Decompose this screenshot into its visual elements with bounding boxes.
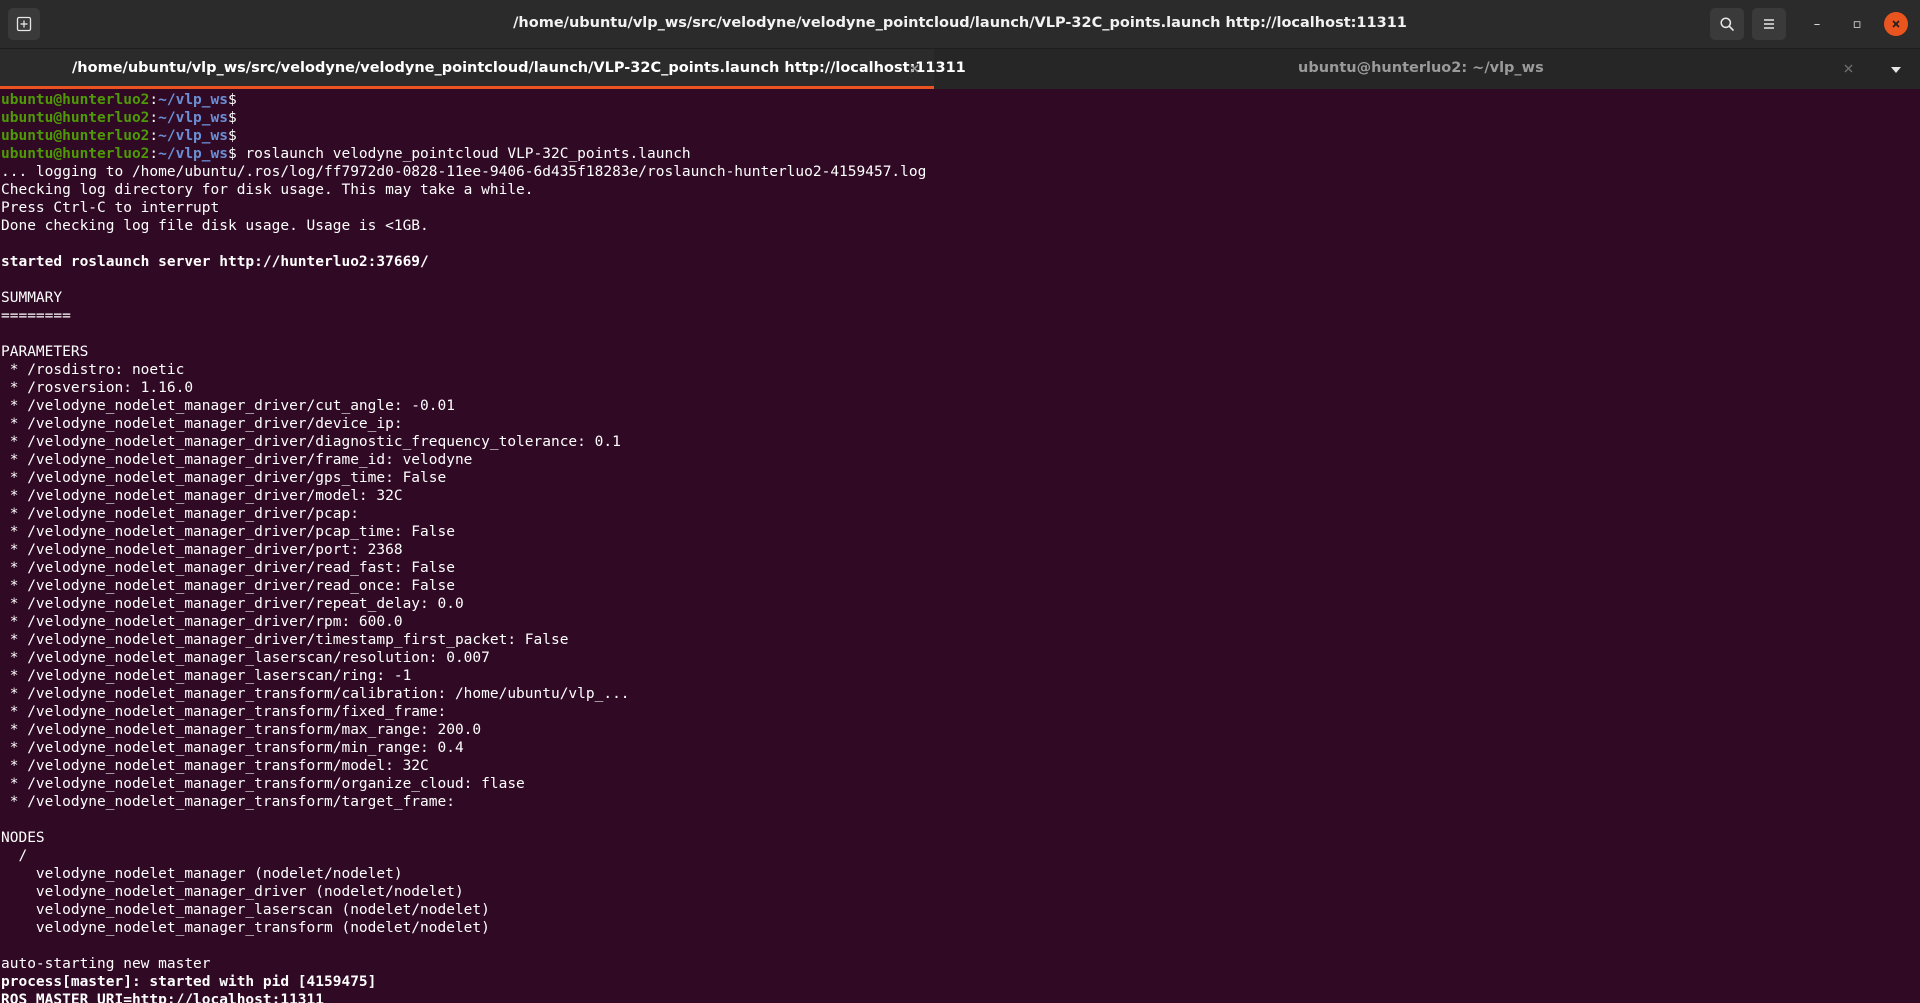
prompt-path: ~/vlp_ws <box>158 92 228 108</box>
output-line: * /velodyne_nodelet_manager_driver/diagn… <box>1 434 621 450</box>
output-line: * /velodyne_nodelet_manager_transform/mi… <box>1 740 464 756</box>
output-line: / <box>1 848 28 864</box>
prompt-user: ubuntu@hunterluo2 <box>1 146 150 162</box>
output-line: ... logging to /home/ubuntu/.ros/log/ff7… <box>1 164 927 180</box>
prompt-path: ~/vlp_ws <box>158 110 228 126</box>
prompt-user: ubuntu@hunterluo2 <box>1 128 150 144</box>
minimize-icon: – <box>1813 16 1821 32</box>
output-line: * /velodyne_nodelet_manager_transform/or… <box>1 776 525 792</box>
output-line: ROS_MASTER_URI=http://localhost:11311 <box>1 992 325 1003</box>
close-icon <box>910 64 918 72</box>
prompt-user: ubuntu@hunterluo2 <box>1 110 150 126</box>
output-line: * /velodyne_nodelet_manager_transform/fi… <box>1 704 447 720</box>
hamburger-menu-icon <box>1764 19 1774 29</box>
prompt-separator: : <box>149 92 159 108</box>
terminal-window: /home/ubuntu/vlp_ws/src/velodyne/velodyn… <box>0 0 1920 1003</box>
terminal-output[interactable]: ubuntu@hunterluo2:~/vlp_ws$ ubuntu@hunter… <box>0 89 1900 1003</box>
tab-list-button[interactable] <box>1884 60 1908 80</box>
output-line: SUMMARY <box>1 290 63 306</box>
output-line: * /rosdistro: noetic <box>1 362 185 378</box>
close-icon <box>1844 64 1852 72</box>
output-line: * /velodyne_nodelet_manager_driver/read_… <box>1 578 455 594</box>
prompt-line: ubuntu@hunterluo2:~/vlp_ws$ <box>1 91 926 109</box>
chevron-down-icon <box>1891 67 1901 73</box>
tab-bar: /home/ubuntu/vlp_ws/src/velodyne/velodyn… <box>0 49 1920 89</box>
output-line: Press Ctrl-C to interrupt <box>1 200 220 216</box>
output-line: Done checking log file disk usage. Usage… <box>1 218 429 234</box>
maximize-icon: ▫ <box>1852 16 1862 32</box>
output-line: * /velodyne_nodelet_manager_driver/model… <box>1 488 403 504</box>
prompt-line: ubuntu@hunterluo2:~/vlp_ws$ <box>1 127 926 145</box>
output-line: velodyne_nodelet_manager_transform (node… <box>1 920 490 936</box>
window-title: /home/ubuntu/vlp_ws/src/velodyne/velodyn… <box>513 15 1407 31</box>
output-line: * /velodyne_nodelet_manager_driver/cut_a… <box>1 398 455 414</box>
new-tab-button[interactable] <box>8 8 40 40</box>
search-icon <box>1720 17 1734 31</box>
close-icon <box>1892 20 1900 28</box>
prompt-separator: : <box>149 146 159 162</box>
output-line: * /velodyne_nodelet_manager_driver/frame… <box>1 452 473 468</box>
terminal-text: ubuntu@hunterluo2:~/vlp_ws$ ubuntu@hunter… <box>1 91 926 1003</box>
output-line: NODES <box>1 830 45 846</box>
minimize-button[interactable]: – <box>1805 12 1829 36</box>
output-line: * /velodyne_nodelet_manager_driver/port:… <box>1 542 403 558</box>
output-line: * /velodyne_nodelet_manager_laserscan/ri… <box>1 668 412 684</box>
prompt-symbol: $ <box>227 128 237 144</box>
output-line: Checking log directory for disk usage. T… <box>1 182 534 198</box>
prompt-separator: : <box>149 128 159 144</box>
tab-label: /home/ubuntu/vlp_ws/src/velodyne/velodyn… <box>72 60 966 76</box>
prompt-symbol: $ <box>227 110 237 126</box>
tab-shell[interactable]: ubuntu@hunterluo2: ~/vlp_ws <box>934 49 1860 89</box>
output-line: * /rosversion: 1.16.0 <box>1 380 194 396</box>
tab-close-button[interactable] <box>906 60 922 76</box>
tab-close-button[interactable] <box>1840 60 1856 76</box>
output-line: * /velodyne_nodelet_manager_driver/repea… <box>1 596 464 612</box>
output-line: velodyne_nodelet_manager_driver (nodelet… <box>1 884 464 900</box>
output-line: * /velodyne_nodelet_manager_transform/mo… <box>1 758 429 774</box>
output-line: * /velodyne_nodelet_manager_transform/ca… <box>1 686 630 702</box>
prompt-line: ubuntu@hunterluo2:~/vlp_ws$ <box>1 109 926 127</box>
search-button[interactable] <box>1710 8 1744 40</box>
output-line: process[master]: started with pid [41594… <box>1 974 377 990</box>
output-line: * /velodyne_nodelet_manager_laserscan/re… <box>1 650 490 666</box>
prompt-symbol: $ <box>227 146 237 162</box>
maximize-button[interactable]: ▫ <box>1845 12 1869 36</box>
output-line: started roslaunch server http://hunterlu… <box>1 254 429 270</box>
output-line: * /velodyne_nodelet_manager_transform/ta… <box>1 794 455 810</box>
output-line: * /velodyne_nodelet_manager_driver/rpm: … <box>1 614 403 630</box>
output-line: velodyne_nodelet_manager_laserscan (node… <box>1 902 490 918</box>
output-line: auto-starting new master <box>1 956 211 972</box>
output-line: * /velodyne_nodelet_manager_driver/read_… <box>1 560 455 576</box>
output-line: * /velodyne_nodelet_manager_driver/pcap_… <box>1 524 455 540</box>
command-text: roslaunch velodyne_pointcloud VLP-32C_po… <box>236 146 691 162</box>
prompt-user: ubuntu@hunterluo2 <box>1 92 150 108</box>
prompt-symbol: $ <box>227 92 237 108</box>
prompt-separator: : <box>149 110 159 126</box>
prompt-path: ~/vlp_ws <box>158 128 228 144</box>
output-line: * /velodyne_nodelet_manager_driver/devic… <box>1 416 403 432</box>
tab-launch[interactable]: /home/ubuntu/vlp_ws/src/velodyne/velodyn… <box>0 49 966 89</box>
menu-button[interactable] <box>1752 8 1786 40</box>
output-line: * /velodyne_nodelet_manager_transform/ma… <box>1 722 482 738</box>
title-bar[interactable]: /home/ubuntu/vlp_ws/src/velodyne/velodyn… <box>0 0 1920 49</box>
output-line: PARAMETERS <box>1 344 89 360</box>
new-tab-icon <box>16 16 32 32</box>
output-line: ======== <box>1 308 71 324</box>
prompt-line: ubuntu@hunterluo2:~/vlp_ws$ roslaunch ve… <box>1 145 926 163</box>
tab-label: ubuntu@hunterluo2: ~/vlp_ws <box>1298 60 1544 76</box>
output-line: * /velodyne_nodelet_manager_driver/pcap: <box>1 506 359 522</box>
close-window-button[interactable] <box>1884 12 1908 36</box>
output-line: * /velodyne_nodelet_manager_driver/times… <box>1 632 569 648</box>
prompt-path: ~/vlp_ws <box>158 146 228 162</box>
output-line: * /velodyne_nodelet_manager_driver/gps_t… <box>1 470 447 486</box>
output-line: velodyne_nodelet_manager (nodelet/nodele… <box>1 866 403 882</box>
